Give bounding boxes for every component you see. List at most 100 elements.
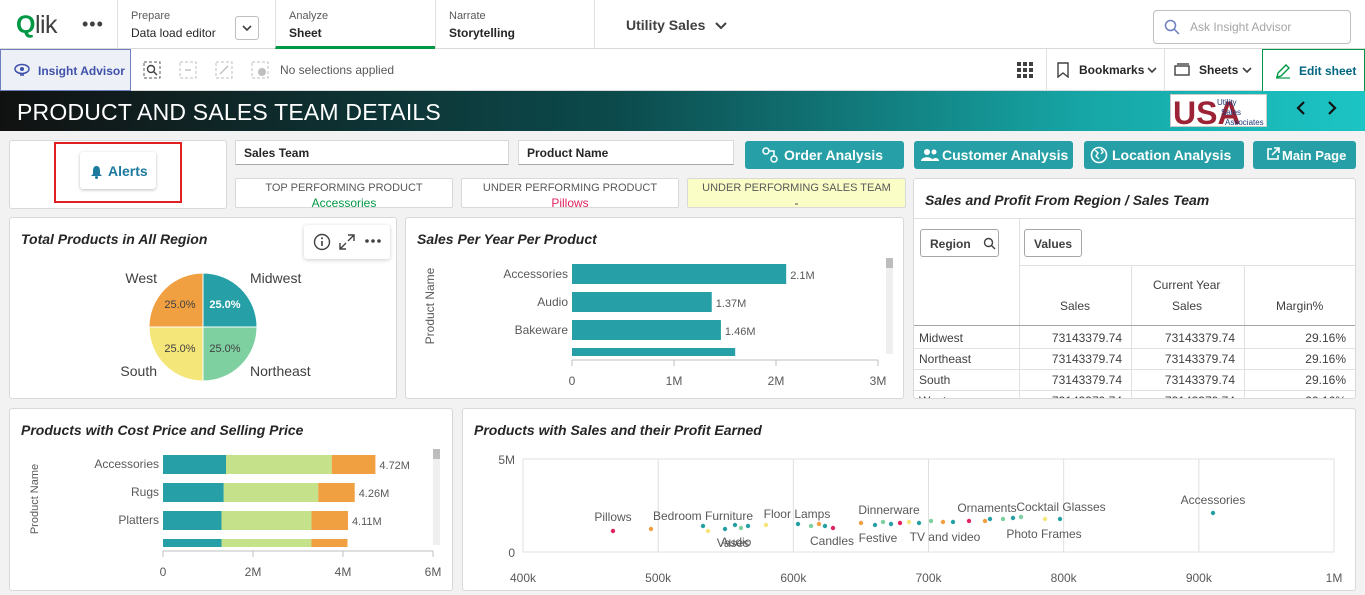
kpi-top-product-label: TOP PERFORMING PRODUCT (265, 182, 423, 194)
cell-current-year-sales: 73143379.74 (1164, 331, 1235, 345)
col-header-current-year[interactable]: Current Year (1153, 278, 1220, 292)
scatter-point (858, 520, 864, 526)
grid-view-icon[interactable] (1010, 49, 1046, 91)
table-row[interactable]: Midwest 73143379.74 73143379.74 29.16% (914, 328, 1355, 349)
location-analysis-button[interactable]: Location Analysis (1084, 141, 1244, 169)
scatter-point (648, 526, 654, 532)
stacked-bar-segment (163, 483, 224, 502)
y-tick-label: 5M (498, 453, 515, 467)
region-table-title: Sales and Profit From Region / Sales Tea… (925, 192, 1210, 208)
qlik-logo[interactable]: Qlik (16, 11, 58, 40)
sheet-banner: PRODUCT AND SALES TEAM DETAILS (0, 91, 1365, 131)
pie-region-label: Midwest (250, 270, 301, 286)
main-menu-icon[interactable]: ••• (82, 14, 104, 35)
cell-current-year-sales: 73143379.74 (1164, 352, 1235, 366)
pie-region-label: West (125, 270, 157, 286)
stacked-bar-segment (226, 455, 332, 474)
scatter-point (830, 525, 836, 531)
y-axis-title: Product Name (29, 464, 41, 534)
x-tick-label: 900k (1186, 571, 1213, 585)
cell-margin: 29.16% (1305, 331, 1346, 345)
x-tick-label: 6M (425, 565, 442, 579)
smart-search-icon[interactable] (143, 61, 161, 79)
sheets-button[interactable]: Sheets (1164, 49, 1262, 91)
app-title[interactable]: Utility Sales (626, 17, 727, 33)
insight-advisor-button[interactable]: Insight Advisor (0, 49, 131, 91)
stacked-bar-segment (221, 511, 312, 530)
cell-current-year-sales: 73143379.74 (1164, 373, 1235, 387)
scatter-point (705, 528, 711, 534)
prepare-dropdown-button[interactable] (235, 16, 259, 40)
table-row[interactable]: Northeast 73143379.74 73143379.74 29.16% (914, 349, 1355, 370)
selections-status: No selections applied (280, 63, 395, 77)
sales-per-year-plot: Product Name Accessories 2.1M Audio 1.37M Bak… (423, 258, 893, 388)
svg-text:Utility: Utility (1217, 98, 1237, 107)
point-label: Floor Lamps (764, 507, 831, 521)
bookmarks-button[interactable]: Bookmarks (1046, 49, 1164, 91)
pie-chart-card: Total Products in All Region 25.0% 25.0% 2… (9, 217, 397, 399)
scrollbar-track (433, 449, 440, 545)
chevron-down-icon (715, 22, 727, 30)
insight-search-input[interactable]: Ask Insight Advisor (1153, 10, 1351, 44)
scatter-point (916, 520, 922, 526)
scatter-point (610, 528, 616, 534)
cell-sales: 73143379.74 (1019, 394, 1122, 398)
tab-analyze-label: Analyze (289, 10, 329, 22)
table-row[interactable]: South 73143379.74 73143379.74 29.16% (914, 370, 1355, 391)
point-label: Pillows (594, 510, 631, 524)
scatter-point (816, 521, 822, 527)
globe-icon (1090, 146, 1108, 164)
col-header-current-year-sales: Sales (1172, 299, 1203, 313)
highlight-box (54, 142, 182, 203)
x-tick-label: 4M (335, 565, 352, 579)
customer-analysis-button[interactable]: Customer Analysis (914, 141, 1073, 169)
stacked-bar-segment (223, 483, 319, 502)
x-tick-label: 1M (666, 374, 683, 388)
sales-team-filter[interactable]: Sales Team (235, 140, 509, 165)
tab-analyze[interactable]: Analyze Sheet (275, 0, 435, 49)
bar (572, 348, 736, 356)
point-label: Festive (859, 531, 898, 545)
region-header-label: Region (930, 237, 971, 251)
col-header-sales[interactable]: Sales (1060, 299, 1090, 313)
kpi-top-product: TOP PERFORMING PRODUCT Accessories (235, 178, 453, 210)
order-analysis-label: Order Analysis (784, 147, 884, 163)
y-tick-label: 0 (508, 546, 515, 560)
values-header[interactable]: Values (1024, 229, 1082, 257)
cell-margin: 29.16% (1244, 394, 1346, 398)
col-header-margin[interactable]: Margin% (1276, 299, 1323, 313)
bar-total-label: 4.72M (379, 460, 410, 472)
search-icon (983, 237, 996, 250)
kpi-under-sales-team-value: - (794, 196, 799, 210)
cell-sales: 73143379.74 (1051, 373, 1122, 387)
cell-region: South (919, 373, 951, 387)
table-title-divider (914, 218, 1355, 219)
order-icon (762, 147, 778, 163)
order-analysis-button[interactable]: Order Analysis (745, 141, 904, 169)
pie-region-label: Northeast (250, 363, 311, 379)
table-row[interactable]: West 73143379.74 73143379.74 29.16% (914, 391, 1355, 398)
main-page-button[interactable]: Main Page (1253, 141, 1356, 169)
edit-sheet-button[interactable]: Edit sheet (1262, 49, 1365, 91)
scatter-plot: 400k 500k 600k 700k 800k 900k 1M 5M 0 Pillows Bedr… (498, 453, 1342, 585)
scatter-point (1210, 510, 1216, 516)
bar (572, 264, 787, 284)
next-sheet-button[interactable] (1326, 100, 1338, 121)
previous-sheet-button[interactable] (1295, 100, 1307, 121)
scatter-point (1000, 516, 1006, 522)
stacked-bar-segment (163, 539, 222, 547)
external-link-icon (1267, 147, 1280, 160)
scatter-point (987, 516, 993, 522)
pie-pct-label: 25.0% (209, 343, 240, 355)
category-label: Accessories (94, 457, 159, 471)
customer-analysis-label: Customer Analysis (942, 147, 1069, 163)
cell-current-year-sales: 73143379.74 (1131, 394, 1235, 398)
scatter-point (950, 519, 956, 525)
tab-narrate[interactable]: Narrate Storytelling (435, 0, 595, 49)
stacked-bar-segment (311, 511, 348, 530)
bar-value-label: 1.46M (725, 326, 756, 338)
region-dimension-header[interactable]: Region (920, 229, 999, 257)
product-name-filter[interactable]: Product Name (518, 140, 734, 165)
category-label: Bakeware (515, 323, 569, 337)
scatter-point (745, 523, 751, 529)
